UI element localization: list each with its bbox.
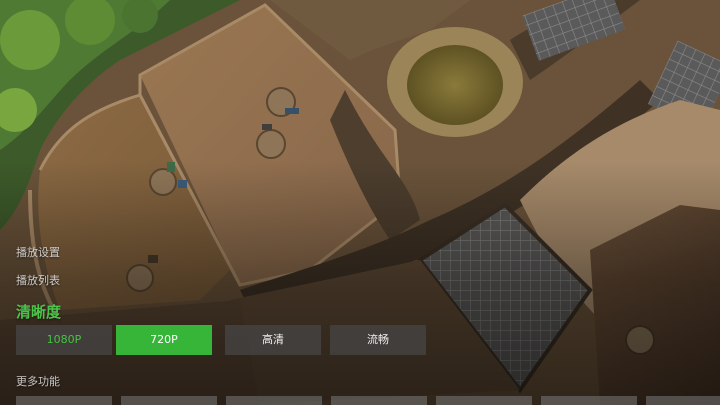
resolution-section-title: 清晰度 xyxy=(16,303,62,321)
resolution-option-hd[interactable]: 高清 xyxy=(225,325,321,355)
more-function-button[interactable] xyxy=(226,396,322,405)
more-function-button[interactable] xyxy=(646,396,720,405)
player-settings-menu: 播放设置 播放列表 清晰度 1080P 720P 高清 流畅 更多功能 xyxy=(0,0,720,405)
more-function-button[interactable] xyxy=(121,396,217,405)
menu-item-playlist[interactable]: 播放列表 xyxy=(16,272,60,288)
menu-item-more-functions[interactable]: 更多功能 xyxy=(16,373,60,389)
more-function-button[interactable] xyxy=(436,396,532,405)
resolution-option-smooth[interactable]: 流畅 xyxy=(330,325,426,355)
more-function-button[interactable] xyxy=(541,396,637,405)
more-function-button[interactable] xyxy=(16,396,112,405)
resolution-option-720p[interactable]: 720P xyxy=(116,325,212,355)
more-function-button[interactable] xyxy=(331,396,427,405)
resolution-option-1080p[interactable]: 1080P xyxy=(16,325,112,355)
menu-item-playback-settings[interactable]: 播放设置 xyxy=(16,244,60,260)
